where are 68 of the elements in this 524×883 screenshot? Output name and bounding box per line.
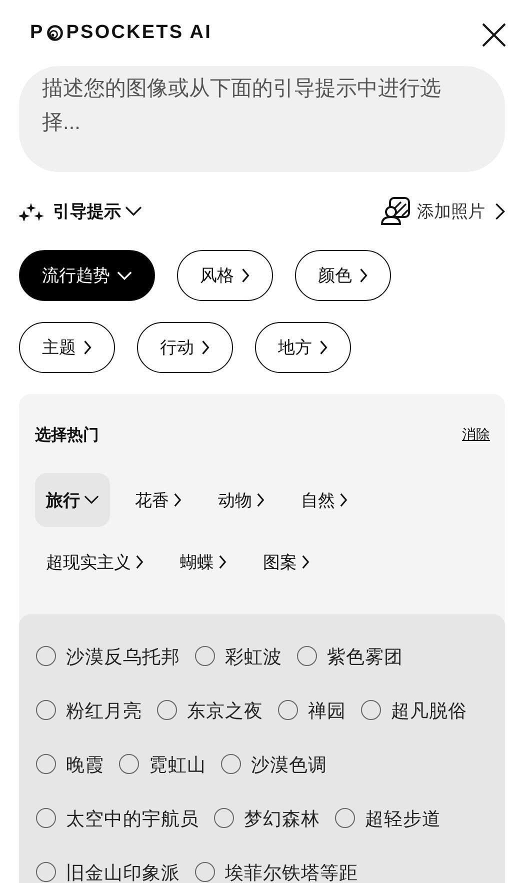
radio-button[interactable] [157, 700, 177, 720]
swirl-icon [46, 24, 64, 42]
category-chip[interactable]: 风格 [177, 250, 273, 301]
add-photo-button[interactable]: 添加照片 [381, 197, 505, 225]
category-chip[interactable]: 主题 [19, 322, 115, 373]
chevron-icon [84, 495, 99, 505]
option-label: 梦幻森林 [244, 806, 320, 830]
chevron-icon [359, 268, 368, 283]
radio-button[interactable] [214, 808, 234, 828]
option-label: 埃菲尔铁塔等距 [225, 860, 358, 883]
category-chip[interactable]: 流行趋势 [19, 250, 155, 301]
prompt-field[interactable]: 描述您的图像或从下面的引导提示中进行选择... [19, 66, 505, 172]
radio-button[interactable] [195, 646, 215, 666]
option-label: 晚霞 [66, 752, 104, 776]
subcategory-tab[interactable]: 自然 [290, 473, 359, 527]
subcategory-tab[interactable]: 旅行 [35, 473, 110, 527]
radio-button[interactable] [36, 700, 56, 720]
subcategory-tab[interactable]: 动物 [207, 473, 276, 527]
panel-title: 选择热门 [35, 425, 99, 446]
sparkle-icon [19, 201, 45, 221]
category-chip[interactable]: 行动 [137, 322, 233, 373]
chevron-icon [241, 268, 250, 283]
photo-person-icon [381, 197, 411, 225]
subcategory-tab[interactable]: 图案 [252, 535, 321, 589]
chevron-icon [83, 340, 92, 355]
logo-text: PSOCKETS AI [66, 22, 212, 44]
radio-button[interactable] [278, 700, 298, 720]
chevron-icon [201, 340, 210, 355]
subcategory-tab[interactable]: 蝴蝶 [169, 535, 238, 589]
radio-button[interactable] [195, 862, 215, 882]
option-label: 禅园 [308, 698, 346, 722]
chevron-icon [135, 555, 144, 569]
radio-button[interactable] [119, 754, 139, 774]
radio-button[interactable] [36, 862, 56, 882]
option-label: 旧金山印象派 [66, 860, 180, 883]
option-label: 超凡脱俗 [391, 698, 467, 722]
chevron-icon [319, 340, 328, 355]
radio-button[interactable] [36, 808, 56, 828]
option-label: 超轻步道 [365, 806, 441, 830]
radio-button[interactable] [36, 754, 56, 774]
logo-text: P [30, 22, 44, 44]
chevron-icon [117, 270, 132, 280]
option-label: 彩虹波 [225, 644, 282, 668]
option-label: 沙漠色调 [251, 752, 327, 776]
guided-prompts-toggle[interactable]: 引导提示 [19, 200, 142, 222]
radio-button[interactable] [361, 700, 381, 720]
chevron-icon [173, 493, 182, 507]
radio-button[interactable] [36, 646, 56, 666]
close-icon[interactable] [482, 23, 506, 47]
chevron-icon [218, 555, 227, 569]
option-label: 粉红月亮 [66, 698, 142, 722]
option-label: 霓虹山 [149, 752, 206, 776]
radio-button[interactable] [297, 646, 317, 666]
radio-button[interactable] [221, 754, 241, 774]
category-chip[interactable]: 颜色 [295, 250, 391, 301]
subcategory-tab[interactable]: 花香 [124, 473, 193, 527]
chevron-icon [495, 202, 505, 220]
option-label: 紫色雾团 [327, 644, 403, 668]
radio-button[interactable] [335, 808, 355, 828]
subcategory-tab[interactable]: 超现实主义 [35, 535, 155, 589]
clear-link[interactable]: 消除 [462, 426, 490, 444]
category-chip[interactable]: 地方 [255, 322, 351, 373]
option-label: 沙漠反乌托邦 [66, 644, 180, 668]
chevron-icon [256, 493, 265, 507]
chevron-icon [301, 555, 310, 569]
option-label: 东京之夜 [187, 698, 263, 722]
option-label: 太空中的宇航员 [66, 806, 199, 830]
chevron-icon [339, 493, 348, 507]
